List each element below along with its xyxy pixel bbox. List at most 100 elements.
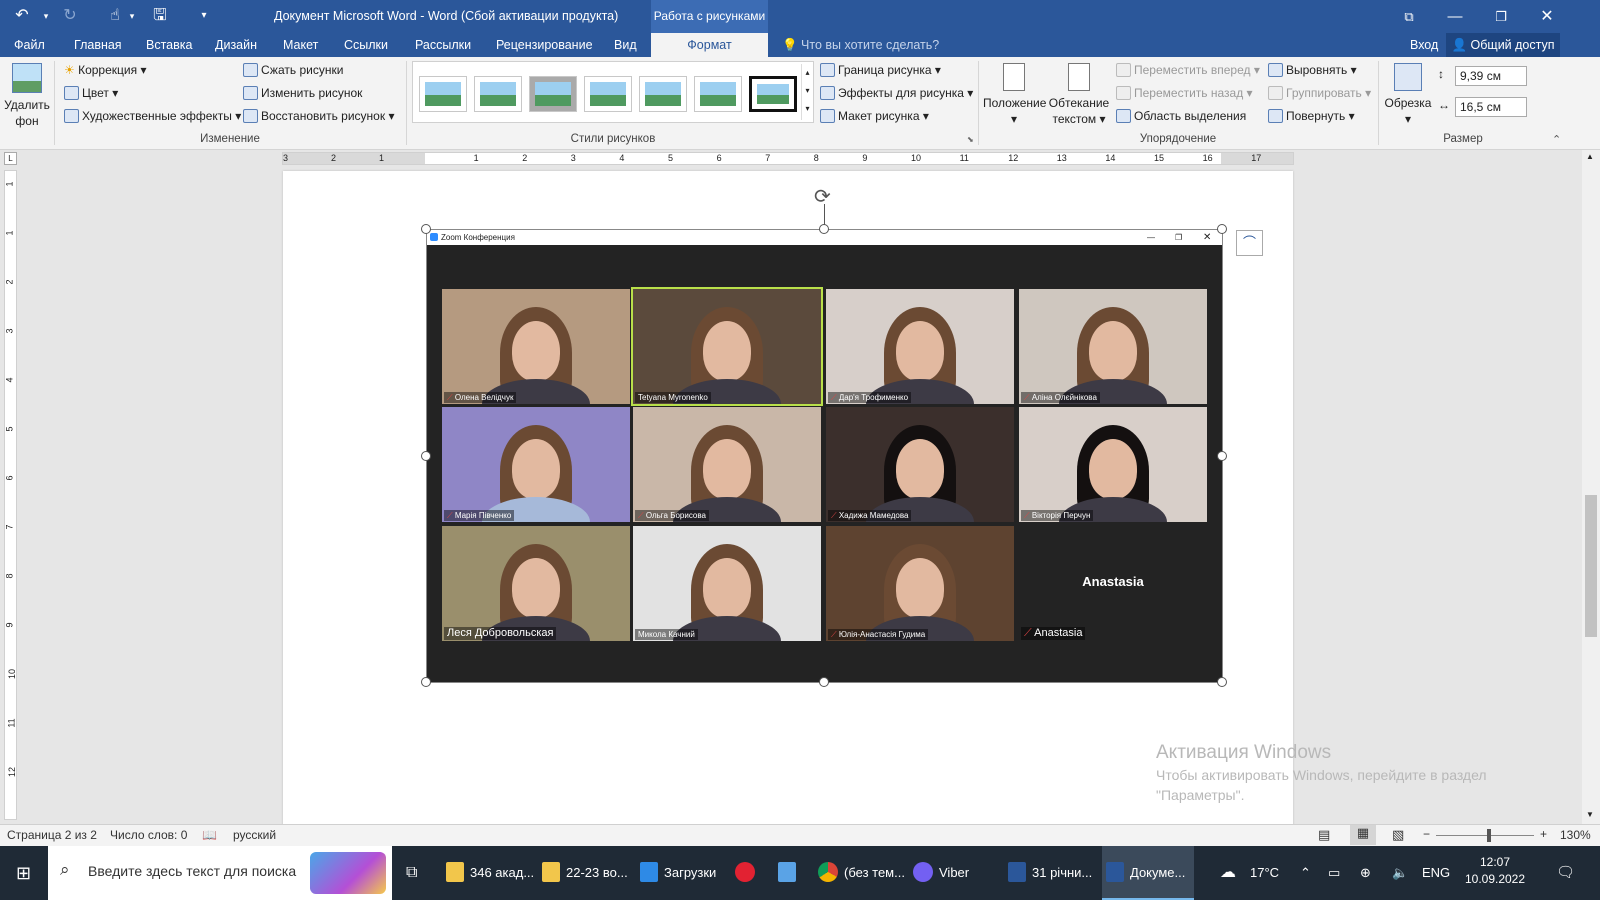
scroll-down-icon[interactable]: ▼ bbox=[1586, 810, 1594, 819]
selection-pane-button[interactable]: Область выделения bbox=[1116, 108, 1246, 124]
horizontal-ruler[interactable]: 3 2 1 1 2 3 4 5 6 7 8 9 10 11 12 13 14 15 16 17 bbox=[282, 152, 1294, 165]
rotate-button[interactable]: Повернуть ▾ bbox=[1268, 108, 1355, 124]
print-layout-icon[interactable]: ▦ bbox=[1350, 825, 1376, 845]
restore-icon[interactable]: ❐ bbox=[1478, 0, 1524, 33]
picture-style-thumb[interactable] bbox=[474, 76, 522, 112]
remove-background-button[interactable]: Удалить фон bbox=[4, 61, 50, 131]
zoom-slider-thumb[interactable] bbox=[1487, 829, 1491, 842]
crop-button[interactable]: Обрезка ▾ bbox=[1383, 61, 1433, 131]
zoom-slider[interactable] bbox=[1436, 835, 1534, 836]
picture-effects-button[interactable]: Эффекты для рисунка ▾ bbox=[820, 85, 973, 101]
vertical-scrollbar[interactable]: ▲ ▼ bbox=[1582, 150, 1600, 824]
compress-pictures-button[interactable]: Сжать рисунки bbox=[243, 62, 343, 78]
send-backward-button[interactable]: Переместить назад ▾ bbox=[1116, 85, 1253, 101]
tab-format[interactable]: Формат bbox=[651, 33, 768, 57]
weather-icon[interactable]: ☁ bbox=[1220, 846, 1236, 900]
picture-style-thumb[interactable] bbox=[419, 76, 467, 112]
rotate-handle-icon[interactable]: ⟳ bbox=[814, 184, 831, 209]
scroll-thumb[interactable] bbox=[1585, 495, 1597, 637]
taskbar-app-viber[interactable]: Viber bbox=[913, 846, 969, 900]
artistic-effects-button[interactable]: Художественные эффекты ▾ bbox=[64, 108, 241, 124]
taskbar-app-downloads[interactable]: Загрузки bbox=[640, 846, 716, 900]
proofing-icon[interactable]: 📖 bbox=[202, 828, 217, 842]
language-indicator[interactable]: русский bbox=[233, 828, 276, 842]
taskbar-app-pc[interactable] bbox=[778, 846, 802, 900]
taskbar-app-opera[interactable] bbox=[735, 846, 761, 900]
resize-handle[interactable] bbox=[421, 224, 431, 234]
collapse-ribbon-icon[interactable]: ⌃ bbox=[1552, 133, 1561, 146]
minimize-icon[interactable]: — bbox=[1432, 0, 1478, 33]
color-button[interactable]: Цвет ▾ bbox=[64, 85, 118, 101]
share-button[interactable]: 👤 Общий доступ bbox=[1446, 33, 1560, 57]
tell-me-box[interactable]: 💡 Что вы хотите сделать? bbox=[782, 33, 939, 57]
zoom-in-button[interactable]: + bbox=[1540, 827, 1547, 841]
touch-dropdown-icon[interactable]: ▾ bbox=[120, 5, 144, 27]
undo-dropdown-icon[interactable]: ▾ bbox=[34, 5, 58, 27]
web-layout-icon[interactable]: ▧ bbox=[1392, 827, 1404, 843]
tab-view[interactable]: Вид bbox=[614, 33, 637, 57]
resize-handle[interactable] bbox=[1217, 451, 1227, 461]
notification-icon[interactable]: 🗨 bbox=[1556, 846, 1575, 900]
height-input[interactable]: 9,39 см bbox=[1455, 66, 1527, 86]
customize-icon[interactable]: ▾ bbox=[192, 5, 216, 27]
resize-handle[interactable] bbox=[819, 677, 829, 687]
change-picture-button[interactable]: Изменить рисунок bbox=[243, 85, 362, 101]
resize-handle[interactable] bbox=[421, 677, 431, 687]
picture-style-thumb[interactable] bbox=[584, 76, 632, 112]
scroll-up-icon[interactable]: ▲ bbox=[1586, 152, 1594, 161]
clock[interactable]: 12:07 10.09.2022 bbox=[1460, 854, 1530, 888]
resize-handle[interactable] bbox=[1217, 224, 1227, 234]
embedded-picture[interactable]: Zoom Конференция — ❐ ✕ ⟋ Олена Велідчук T… bbox=[426, 229, 1223, 683]
taskbar-app-word-2[interactable]: Докуме... bbox=[1102, 846, 1194, 900]
show-hidden-icons[interactable]: ⌃ bbox=[1300, 846, 1311, 900]
tab-mailings[interactable]: Рассылки bbox=[415, 33, 471, 57]
zoom-out-button[interactable]: − bbox=[1423, 827, 1430, 841]
taskbar-app-explorer-1[interactable]: 346 акад... bbox=[446, 846, 534, 900]
dialog-launcher-icon[interactable]: ⬊ bbox=[967, 135, 974, 144]
task-view-icon[interactable]: ⧉ bbox=[406, 846, 417, 900]
width-input[interactable]: 16,5 см bbox=[1455, 97, 1527, 117]
windows-start-icon[interactable]: ⊞ bbox=[16, 846, 31, 900]
taskbar-search-box[interactable]: ⌕ Введите здесь текст для поиска bbox=[48, 846, 392, 900]
tab-insert[interactable]: Вставка bbox=[146, 33, 192, 57]
taskbar-app-chrome[interactable]: (без тем... bbox=[818, 846, 905, 900]
undo-icon[interactable]: ↶ bbox=[10, 5, 34, 27]
picture-style-thumb[interactable] bbox=[639, 76, 687, 112]
picture-style-thumb[interactable] bbox=[529, 76, 577, 112]
redo-icon[interactable]: ↻ bbox=[58, 5, 82, 27]
signin-link[interactable]: Вход bbox=[1410, 33, 1438, 57]
group-button[interactable]: Группировать ▾ bbox=[1268, 85, 1371, 101]
picture-style-thumb[interactable] bbox=[749, 76, 797, 112]
taskbar-app-explorer-2[interactable]: 22-23 во... bbox=[542, 846, 628, 900]
correction-button[interactable]: ☀ Коррекция ▾ bbox=[64, 62, 146, 78]
picture-layout-button[interactable]: Макет рисунка ▾ bbox=[820, 108, 929, 124]
tab-layout[interactable]: Макет bbox=[283, 33, 318, 57]
close-icon[interactable]: ✕ bbox=[1524, 0, 1570, 33]
wrap-text-button[interactable]: Обтекание текстом ▾ bbox=[1048, 61, 1110, 131]
position-button[interactable]: Положение ▾ bbox=[983, 61, 1046, 131]
volume-icon[interactable]: 🔈 bbox=[1392, 846, 1408, 900]
tab-design[interactable]: Дизайн bbox=[215, 33, 257, 57]
page-count[interactable]: Страница 2 из 2 bbox=[7, 828, 97, 842]
save-icon[interactable]: 🖫 bbox=[148, 5, 172, 27]
picture-border-button[interactable]: Граница рисунка ▾ bbox=[820, 62, 941, 78]
taskbar-app-word-1[interactable]: 31 річни... bbox=[1008, 846, 1092, 900]
battery-icon[interactable]: ▭ bbox=[1328, 846, 1340, 900]
picture-style-thumb[interactable] bbox=[694, 76, 742, 112]
zoom-level[interactable]: 130% bbox=[1560, 828, 1591, 842]
weather-temp[interactable]: 17°C bbox=[1250, 846, 1279, 900]
input-language[interactable]: ENG bbox=[1422, 846, 1450, 900]
network-icon[interactable]: ⊕ bbox=[1360, 846, 1371, 900]
reset-picture-button[interactable]: Восстановить рисунок ▾ bbox=[243, 108, 394, 124]
resize-handle[interactable] bbox=[819, 224, 829, 234]
tab-file[interactable]: Файл bbox=[14, 33, 45, 57]
ribbon-display-icon[interactable]: ⧉ bbox=[1386, 0, 1432, 33]
bring-forward-button[interactable]: Переместить вперед ▾ bbox=[1116, 62, 1260, 78]
tab-home[interactable]: Главная bbox=[74, 33, 122, 57]
resize-handle[interactable] bbox=[1217, 677, 1227, 687]
read-mode-icon[interactable]: ▤ bbox=[1318, 827, 1330, 843]
align-button[interactable]: Выровнять ▾ bbox=[1268, 62, 1357, 78]
resize-handle[interactable] bbox=[421, 451, 431, 461]
word-count[interactable]: Число слов: 0 bbox=[110, 828, 187, 842]
picture-styles-gallery[interactable]: ▴ ▾ ▾ bbox=[412, 61, 814, 123]
